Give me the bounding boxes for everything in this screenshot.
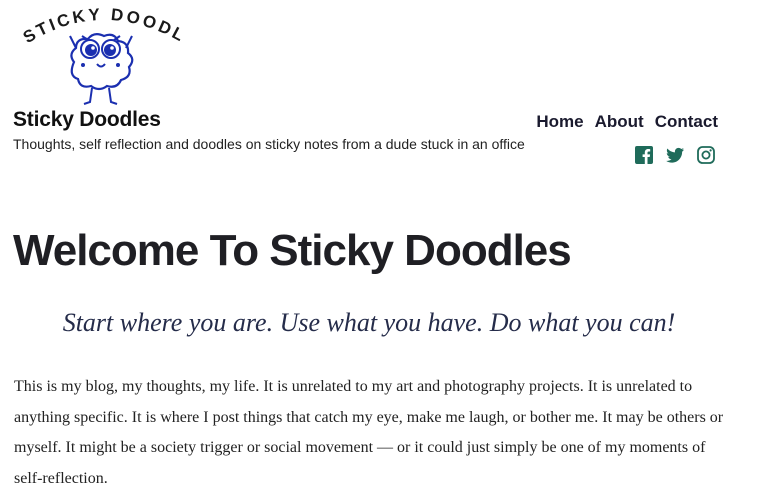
- twitter-icon[interactable]: [665, 145, 685, 165]
- site-title[interactable]: Sticky Doodles: [13, 108, 161, 132]
- page-heading: Welcome To Sticky Doodles: [13, 226, 572, 275]
- facebook-icon[interactable]: [634, 145, 654, 165]
- nav-contact-link[interactable]: Contact: [655, 112, 718, 132]
- instagram-icon[interactable]: [696, 145, 716, 165]
- social-links: [634, 145, 716, 165]
- featured-quote: Start where you are. Use what you have. …: [62, 308, 676, 337]
- doodle-mascot-logo: STICKY DOODLES: [5, 0, 187, 105]
- nav-about-link[interactable]: About: [595, 112, 644, 132]
- intro-paragraph: This is my blog, my thoughts, my life. I…: [14, 378, 724, 487]
- site-logo[interactable]: STICKY DOODLES: [5, 0, 192, 110]
- nav-home-link[interactable]: Home: [536, 112, 583, 132]
- site-tagline: Thoughts, self reflection and doodles on…: [13, 136, 525, 152]
- main-nav: Home About Contact: [536, 112, 718, 132]
